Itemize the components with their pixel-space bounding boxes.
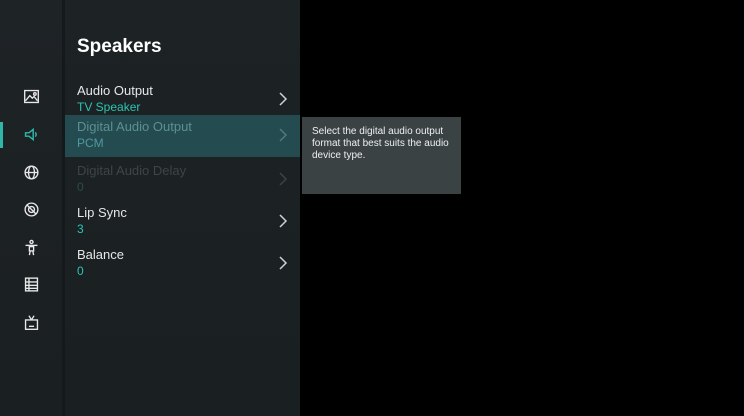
- rail-item-tv[interactable]: [0, 306, 62, 340]
- chevron-right-icon: [278, 214, 288, 228]
- network-icon: [24, 165, 39, 180]
- tv-icon: [24, 315, 39, 330]
- chevron-right-icon: [278, 172, 288, 186]
- rail-item-picture[interactable]: [0, 80, 62, 114]
- menu-item-digital-audio-output[interactable]: Digital Audio Output PCM: [65, 115, 300, 157]
- rail-indicator: [0, 160, 3, 186]
- menu-item-label: Lip Sync: [77, 205, 127, 220]
- menu-item-label: Audio Output: [77, 83, 153, 98]
- rail-indicator: [0, 310, 3, 336]
- help-tooltip: Select the digital audio output format t…: [302, 117, 461, 194]
- menu-item-digital-audio-delay: Digital Audio Delay 0: [65, 159, 300, 201]
- menu-item-label: Balance: [77, 247, 124, 262]
- rail-indicator: [0, 272, 3, 298]
- menu-item-value: PCM: [77, 136, 104, 150]
- menu-item-lip-sync[interactable]: Lip Sync 3: [65, 201, 300, 243]
- rail-indicator-active: [0, 122, 3, 148]
- chevron-right-icon: [278, 256, 288, 270]
- menu-item-balance[interactable]: Balance 0: [65, 243, 300, 285]
- chevron-right-icon: [278, 128, 288, 142]
- menu-item-value: 0: [77, 264, 84, 278]
- rail-item-network[interactable]: [0, 156, 62, 190]
- menu-item-value: 3: [77, 222, 84, 236]
- general-icon: [24, 202, 39, 217]
- menu-item-label: Digital Audio Output: [77, 119, 192, 134]
- chevron-right-icon: [278, 92, 288, 106]
- menu-item-value: TV Speaker: [77, 100, 141, 114]
- rail-item-sound[interactable]: [0, 118, 62, 152]
- guide-icon: [24, 277, 39, 292]
- sound-icon: [24, 127, 37, 142]
- page-title: Speakers: [77, 36, 162, 57]
- accessibility-icon: [25, 239, 38, 256]
- speakers-settings-panel: Speakers Audio Output TV Speaker Digital…: [65, 0, 300, 416]
- menu-item-label: Digital Audio Delay: [77, 163, 187, 178]
- rail-item-guide[interactable]: [0, 268, 62, 302]
- settings-category-rail: [0, 0, 62, 416]
- rail-indicator: [0, 84, 3, 110]
- menu-item-value: 0: [77, 180, 84, 194]
- rail-item-general[interactable]: [0, 193, 62, 227]
- rail-indicator: [0, 197, 3, 223]
- rail-indicator: [0, 235, 3, 261]
- rail-item-accessibility[interactable]: [0, 231, 62, 265]
- picture-icon: [24, 89, 39, 104]
